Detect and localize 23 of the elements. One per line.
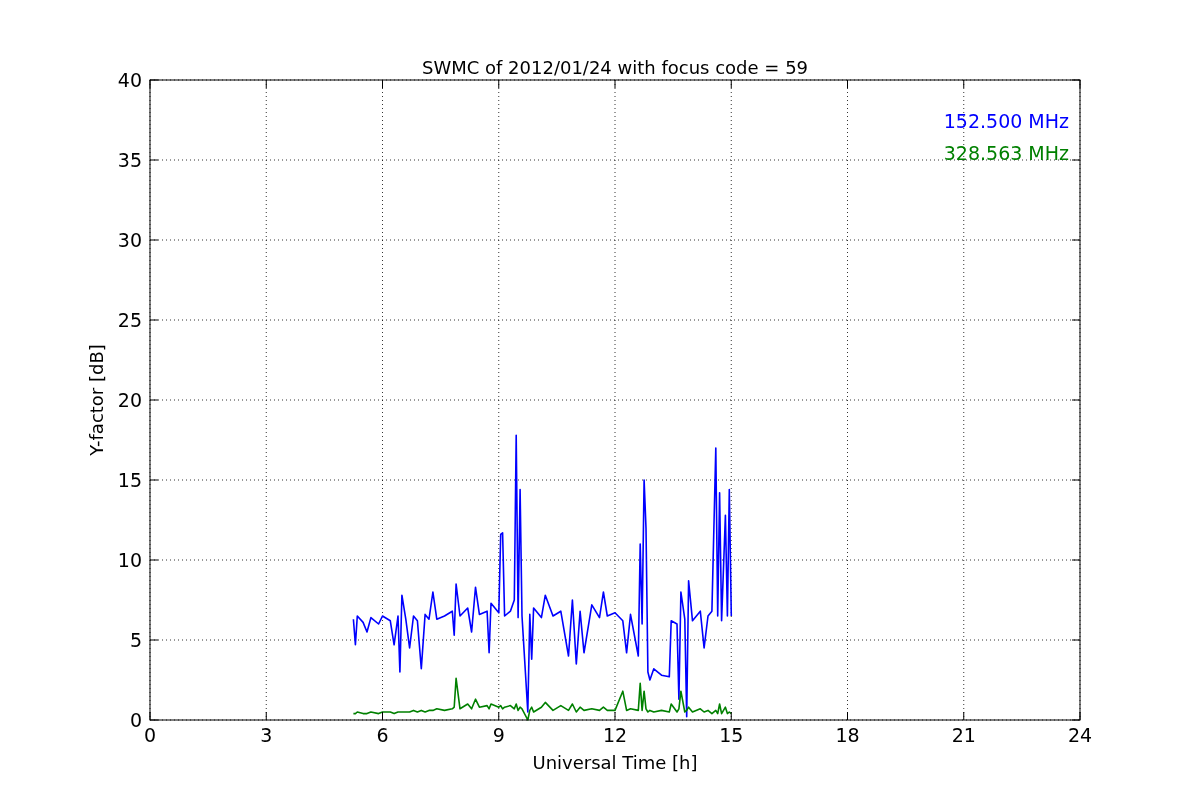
x-tick-label: 9 <box>492 724 505 746</box>
x-tick-label: 0 <box>143 724 157 746</box>
y-tick-label: 30 <box>117 229 142 251</box>
y-tick-label: 15 <box>117 469 142 491</box>
y-tick-label: 5 <box>129 629 142 651</box>
y-tick-label: 25 <box>117 309 142 331</box>
y-tick-label: 35 <box>117 149 142 171</box>
x-tick-label: 21 <box>951 724 976 746</box>
x-tick-label: 3 <box>260 724 273 746</box>
legend-label: 152.500 MHz <box>943 110 1069 132</box>
chart-title: SWMC of 2012/01/24 with focus code = 59 <box>421 57 809 78</box>
y-tick-label: 40 <box>117 69 142 91</box>
x-axis-label: Universal Time [h] <box>532 752 698 773</box>
x-tick-label: 18 <box>835 724 860 746</box>
y-tick-label: 20 <box>117 389 142 411</box>
x-tick-label: 24 <box>1067 724 1093 746</box>
x-tick-label: 6 <box>376 724 389 746</box>
x-tick-label: 12 <box>602 724 628 746</box>
y-tick-label: 0 <box>129 709 142 731</box>
legend-label: 328.563 MHz <box>943 142 1069 164</box>
x-tick-label: 15 <box>719 724 744 746</box>
y-tick-label: 10 <box>117 549 142 571</box>
y-axis-label: Y-factor [dB] <box>86 344 107 456</box>
